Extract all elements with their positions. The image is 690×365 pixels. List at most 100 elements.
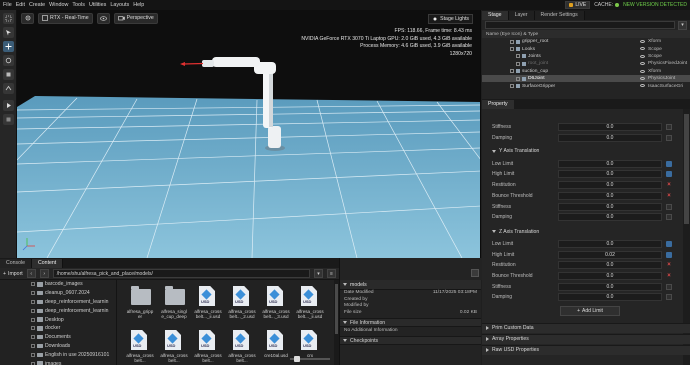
limit-toggle[interactable] (666, 240, 672, 247)
expand-icon[interactable] (516, 54, 520, 59)
stage-search-input[interactable] (485, 21, 675, 29)
content-item[interactable]: USD alfresa_cross belt..._ii.usd (295, 283, 325, 323)
tree-item[interactable]: images (0, 359, 116, 365)
models-header[interactable]: models (340, 280, 481, 290)
property-section-header[interactable]: Raw USD Properties (482, 344, 690, 355)
remove-icon[interactable]: × (666, 273, 672, 279)
stage-lights-button[interactable]: Stage Lights (428, 14, 473, 24)
content-item[interactable]: USD alfresa_cross belt... (159, 327, 189, 365)
limit-toggle[interactable] (666, 160, 672, 167)
content-scroll-thumb[interactable] (335, 284, 338, 334)
camera-dropdown[interactable]: Perspective (113, 12, 158, 24)
checkbox[interactable] (666, 124, 672, 131)
visibility-eye-icon[interactable] (640, 54, 645, 58)
rotate-tool-button[interactable] (2, 55, 14, 66)
visibility-eye-icon[interactable] (640, 69, 645, 73)
menu-edit[interactable]: Edit (16, 2, 25, 8)
add-limit-button[interactable]: + Add Limit (560, 305, 620, 316)
viewport-settings-button[interactable] (21, 12, 34, 24)
visibility-eye-icon[interactable] (640, 76, 645, 80)
viewport[interactable]: RTX - Real-Time Perspective Stage Lights… (17, 10, 481, 258)
forward-button[interactable]: › (39, 269, 49, 278)
tab-stage[interactable]: Stage (482, 11, 509, 20)
tree-item[interactable]: cleanup_0607.2024 (0, 289, 116, 298)
content-item[interactable]: USD alfresa_cross belt... (125, 327, 155, 365)
move-tool-button[interactable] (2, 41, 14, 52)
content-item[interactable]: USD alfresa_cross belt... (193, 327, 223, 365)
content-item[interactable]: alfresa_gripp er (125, 283, 155, 323)
checkbox[interactable] (666, 283, 672, 290)
property-section-header[interactable]: Prim Custom Data (482, 322, 690, 333)
property-value-field[interactable]: 0.02 (558, 250, 662, 259)
property-value-field[interactable]: 0.0 (558, 134, 662, 143)
y-axis-translation-header[interactable]: Y Axis Translation (482, 146, 682, 156)
visibility-eye-icon[interactable] (640, 62, 645, 66)
expand-icon[interactable] (31, 282, 35, 287)
live-button[interactable]: LIVE (565, 1, 591, 9)
stage-tree[interactable]: gripper_root Xform Looks Scope Joints Scope ro… (482, 38, 690, 90)
remove-icon[interactable]: × (666, 262, 672, 268)
limit-toggle[interactable] (666, 251, 672, 258)
cache-status[interactable]: CACHE: (594, 2, 620, 8)
tree-item[interactable]: Documents (0, 333, 116, 342)
tree-item[interactable]: Downloads (0, 342, 116, 351)
details-filter-button[interactable] (471, 269, 479, 277)
tree-item[interactable]: barcode_images (0, 280, 116, 289)
property-value-field[interactable]: 0.0 (558, 293, 662, 302)
folder-tree[interactable]: barcode_images cleanup_0607.2024 deep_rein… (0, 280, 117, 365)
stage-row[interactable]: Looks Scope (482, 45, 690, 52)
property-value-field[interactable]: 0.0 (558, 159, 662, 168)
visibility-eye-icon[interactable] (640, 84, 645, 88)
select-tool-button[interactable] (2, 13, 14, 24)
menu-window[interactable]: Window (49, 2, 68, 8)
property-value-field[interactable]: 0.0 (558, 272, 662, 281)
menu-tools[interactable]: Tools (72, 2, 85, 8)
expand-icon[interactable] (31, 352, 35, 357)
checkbox[interactable] (666, 203, 672, 210)
tab-console[interactable]: Console (0, 259, 33, 268)
tab-content[interactable]: Content (32, 259, 64, 268)
tab-layer[interactable]: Layer (508, 11, 535, 20)
filter-button[interactable]: ▾ (314, 269, 323, 278)
tree-item[interactable]: deep_reinforcement_learnin (0, 298, 116, 307)
property-value-field[interactable]: 0.0 (558, 239, 662, 248)
content-item[interactable]: USD alfresa_cross belt..._ii.usd (193, 283, 223, 323)
checkbox[interactable] (666, 135, 672, 142)
thumbnail-zoom-slider[interactable] (290, 356, 330, 362)
stage-filter-button[interactable]: ▾ (678, 20, 687, 30)
expand-icon[interactable] (510, 84, 514, 89)
zoom-slider-knob[interactable] (294, 356, 300, 362)
checkpoints-header[interactable]: Checkpoints (340, 336, 481, 345)
file-info-header[interactable]: File Information (340, 318, 481, 327)
expand-icon[interactable] (516, 76, 520, 81)
snap-tool-button[interactable] (2, 83, 14, 94)
property-value-field[interactable]: 0.0 (558, 282, 662, 291)
property-section-header[interactable]: Array Properties (482, 333, 690, 344)
content-grid[interactable]: alfresa_gripp er alfresa_singl e_cup_deep… (117, 280, 334, 365)
play-button[interactable] (2, 100, 14, 111)
z-axis-translation-header[interactable]: Z Axis Translation (482, 227, 682, 237)
content-item[interactable]: USD cre10al.usd (261, 327, 291, 365)
property-value-field[interactable]: 0.0 (558, 191, 662, 200)
checkbox[interactable] (666, 214, 672, 221)
menu-create[interactable]: Create (29, 2, 45, 8)
expand-icon[interactable] (31, 343, 35, 348)
back-button[interactable]: ‹ (26, 269, 36, 278)
property-scroll-thumb[interactable] (684, 114, 689, 224)
content-item[interactable]: USD alfresa_cross belt..._3.usd (261, 283, 291, 323)
stage-row[interactable]: gripper_root Xform (482, 38, 690, 45)
expand-icon[interactable] (510, 69, 514, 74)
stage-row[interactable]: SurfaceGripper IsaacSurfaceGri (482, 82, 690, 89)
expand-icon[interactable] (31, 291, 35, 296)
property-value-field[interactable]: 0.0 (558, 181, 662, 190)
stage-row[interactable]: root_joint PhysicsFixedJoint (482, 60, 690, 67)
menu-utilities[interactable]: Utilities (89, 2, 106, 8)
remove-icon[interactable]: × (666, 182, 672, 188)
options-button[interactable]: ≡ (327, 269, 336, 278)
stage-row[interactable]: Joints Scope (482, 53, 690, 60)
tab-property[interactable]: Property (482, 100, 514, 109)
expand-icon[interactable] (31, 361, 35, 365)
checkbox[interactable] (666, 294, 672, 301)
stage-row[interactable]: D6Joint PhysicsJoint (482, 74, 690, 83)
tree-item[interactable]: docker (0, 324, 116, 333)
